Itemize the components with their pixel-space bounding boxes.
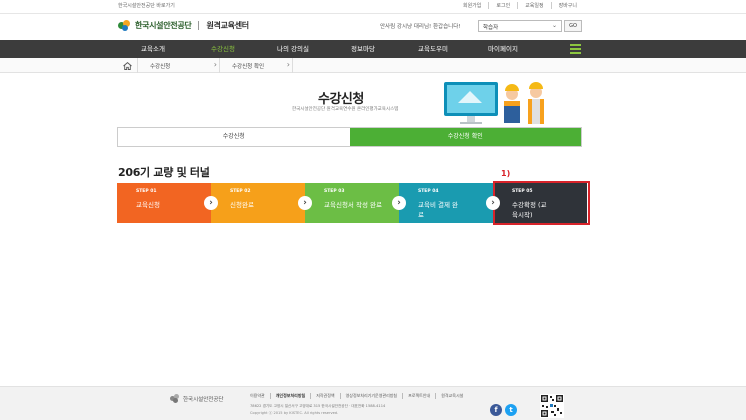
logo-divider: [198, 21, 200, 30]
login-link[interactable]: 로그인: [488, 2, 517, 9]
tab-enroll[interactable]: 수강신청: [118, 128, 350, 146]
nav-item-mypage[interactable]: 마이페이지: [468, 40, 538, 58]
footer-links: 이용약관 개인정보처리방침 저작권정책 영상정보처리기기운영관리방침 프로젝트안…: [250, 393, 468, 399]
footer-logo: 한국시설안전공단: [170, 394, 223, 403]
utility-links: 회원가입 로그인 교육일정 장바구니: [456, 2, 584, 9]
breadcrumb-label: 수강신청: [150, 63, 171, 70]
chevron-right-icon: ›: [204, 196, 218, 210]
logo-icon: [118, 20, 131, 31]
step-number: STEP 04: [418, 189, 439, 194]
header: 한국시설안전공단 원격교육센터 안사림 강시냥 대리님! 환갑습니다! 학습자 …: [0, 14, 746, 40]
step-number: STEP 03: [324, 189, 345, 194]
main-nav: 교육소개 수강신청 나의 강의실 정보마당 교육도우미 마이페이지: [0, 40, 746, 58]
chevron-right-icon: ›: [286, 60, 290, 69]
logo-subtitle: 원격교육센터: [206, 21, 249, 30]
logo-icon: [170, 394, 180, 403]
nav-item-enroll[interactable]: 수강신청: [188, 40, 258, 58]
step-number: STEP 01: [136, 189, 157, 194]
twitter-icon[interactable]: t: [505, 404, 517, 416]
page-title: 수강신청: [318, 92, 364, 107]
workers-illustration: [440, 78, 555, 130]
signup-link[interactable]: 회원가입: [456, 2, 488, 9]
course-title: 206기 교량 및 터널: [118, 166, 210, 179]
chevron-right-icon: ›: [486, 196, 500, 210]
step-label: 신청완료: [230, 201, 254, 209]
chevron-right-icon: ›: [213, 60, 217, 69]
footer-link-cctv[interactable]: 영상정보처리기기운영관리방침: [339, 393, 403, 399]
site-logo[interactable]: 한국시설안전공단 원격교육센터: [118, 20, 249, 31]
footer-logo-text: 한국시설안전공단: [183, 396, 224, 403]
cart-link[interactable]: 장바구니: [550, 2, 584, 9]
footer-link-project[interactable]: 프로젝트안내: [402, 393, 435, 399]
tab-enroll-confirm[interactable]: 수강신청 확인: [349, 128, 581, 146]
step-1: STEP 01 교육신청 ›: [117, 183, 218, 223]
role-select[interactable]: 학습자 ⌄: [478, 20, 562, 32]
facebook-icon[interactable]: f: [490, 404, 502, 416]
breadcrumb: 수강신청 › 수강신청 확인 ›: [0, 58, 746, 73]
enroll-tabs: 수강신청 수강신청 확인: [117, 127, 582, 147]
step-label: 교육신청: [136, 201, 160, 209]
chevron-down-icon: ⌄: [551, 22, 557, 29]
footer-address: 78622 경기도 고양시 일산서구 고양대로 315 한국시설안전공단 · 대…: [250, 404, 386, 408]
annotation-label: 1): [501, 169, 511, 178]
breadcrumb-item[interactable]: 수강신청 ›: [138, 58, 220, 73]
step-number: STEP 02: [230, 189, 251, 194]
schedule-link[interactable]: 교육일정: [517, 2, 550, 9]
chevron-right-icon: ›: [298, 196, 312, 210]
footer-link-privacy[interactable]: 개인정보처리방침: [269, 393, 310, 399]
step-highlight-box: [493, 181, 590, 225]
nav-item-info[interactable]: 정보마당: [328, 40, 398, 58]
utility-bar: 한국시설안전공단 바로가기 회원가입 로그인 교육일정 장바구니: [0, 0, 746, 14]
step-label: 교육신청서 작성 완료: [324, 201, 382, 209]
step-3: STEP 03 교육신청서 작성 완료 ›: [305, 183, 406, 223]
breadcrumb-item[interactable]: 수강신청 확인 ›: [220, 58, 293, 73]
qr-code-icon: [540, 394, 564, 418]
nav-item-my-classroom[interactable]: 나의 강의실: [258, 40, 328, 58]
breadcrumb-label: 수강신청 확인: [232, 63, 265, 70]
agency-shortcut-link[interactable]: 한국시설안전공단 바로가기: [118, 2, 175, 9]
footer-link-terms[interactable]: 이용약관: [250, 393, 270, 399]
footer: 한국시설안전공단 이용약관 개인정보처리방침 저작권정책 영상정보처리기기운영관…: [0, 386, 746, 420]
step-label: 교육비 결제 완료: [418, 201, 459, 219]
footer-link-copyright[interactable]: 저작권정책: [310, 393, 339, 399]
chevron-right-icon: ›: [392, 196, 406, 210]
page-subtitle: 한국시설안전공단 원격교육연수원 온라인평가교육시스템: [292, 107, 399, 112]
role-select-value: 학습자: [483, 25, 499, 31]
step-2: STEP 02 신청완료 ›: [211, 183, 312, 223]
home-icon[interactable]: [118, 58, 138, 73]
footer-copyright: Copyright ⓒ 2015 by KISTEC. All rights r…: [250, 411, 339, 415]
go-button[interactable]: GO: [564, 20, 582, 32]
welcome-message: 안사림 강시냥 대리님! 환갑습니다!: [380, 24, 461, 30]
logo-text: 한국시설안전공단: [135, 21, 192, 30]
footer-link-facility[interactable]: 원격교육시설: [435, 393, 468, 399]
menu-icon[interactable]: [570, 44, 581, 54]
sns-links: f t: [490, 404, 517, 416]
step-4: STEP 04 교육비 결제 완료 ›: [399, 183, 500, 223]
nav-item-help[interactable]: 교육도우미: [398, 40, 468, 58]
nav-item-about[interactable]: 교육소개: [118, 40, 188, 58]
